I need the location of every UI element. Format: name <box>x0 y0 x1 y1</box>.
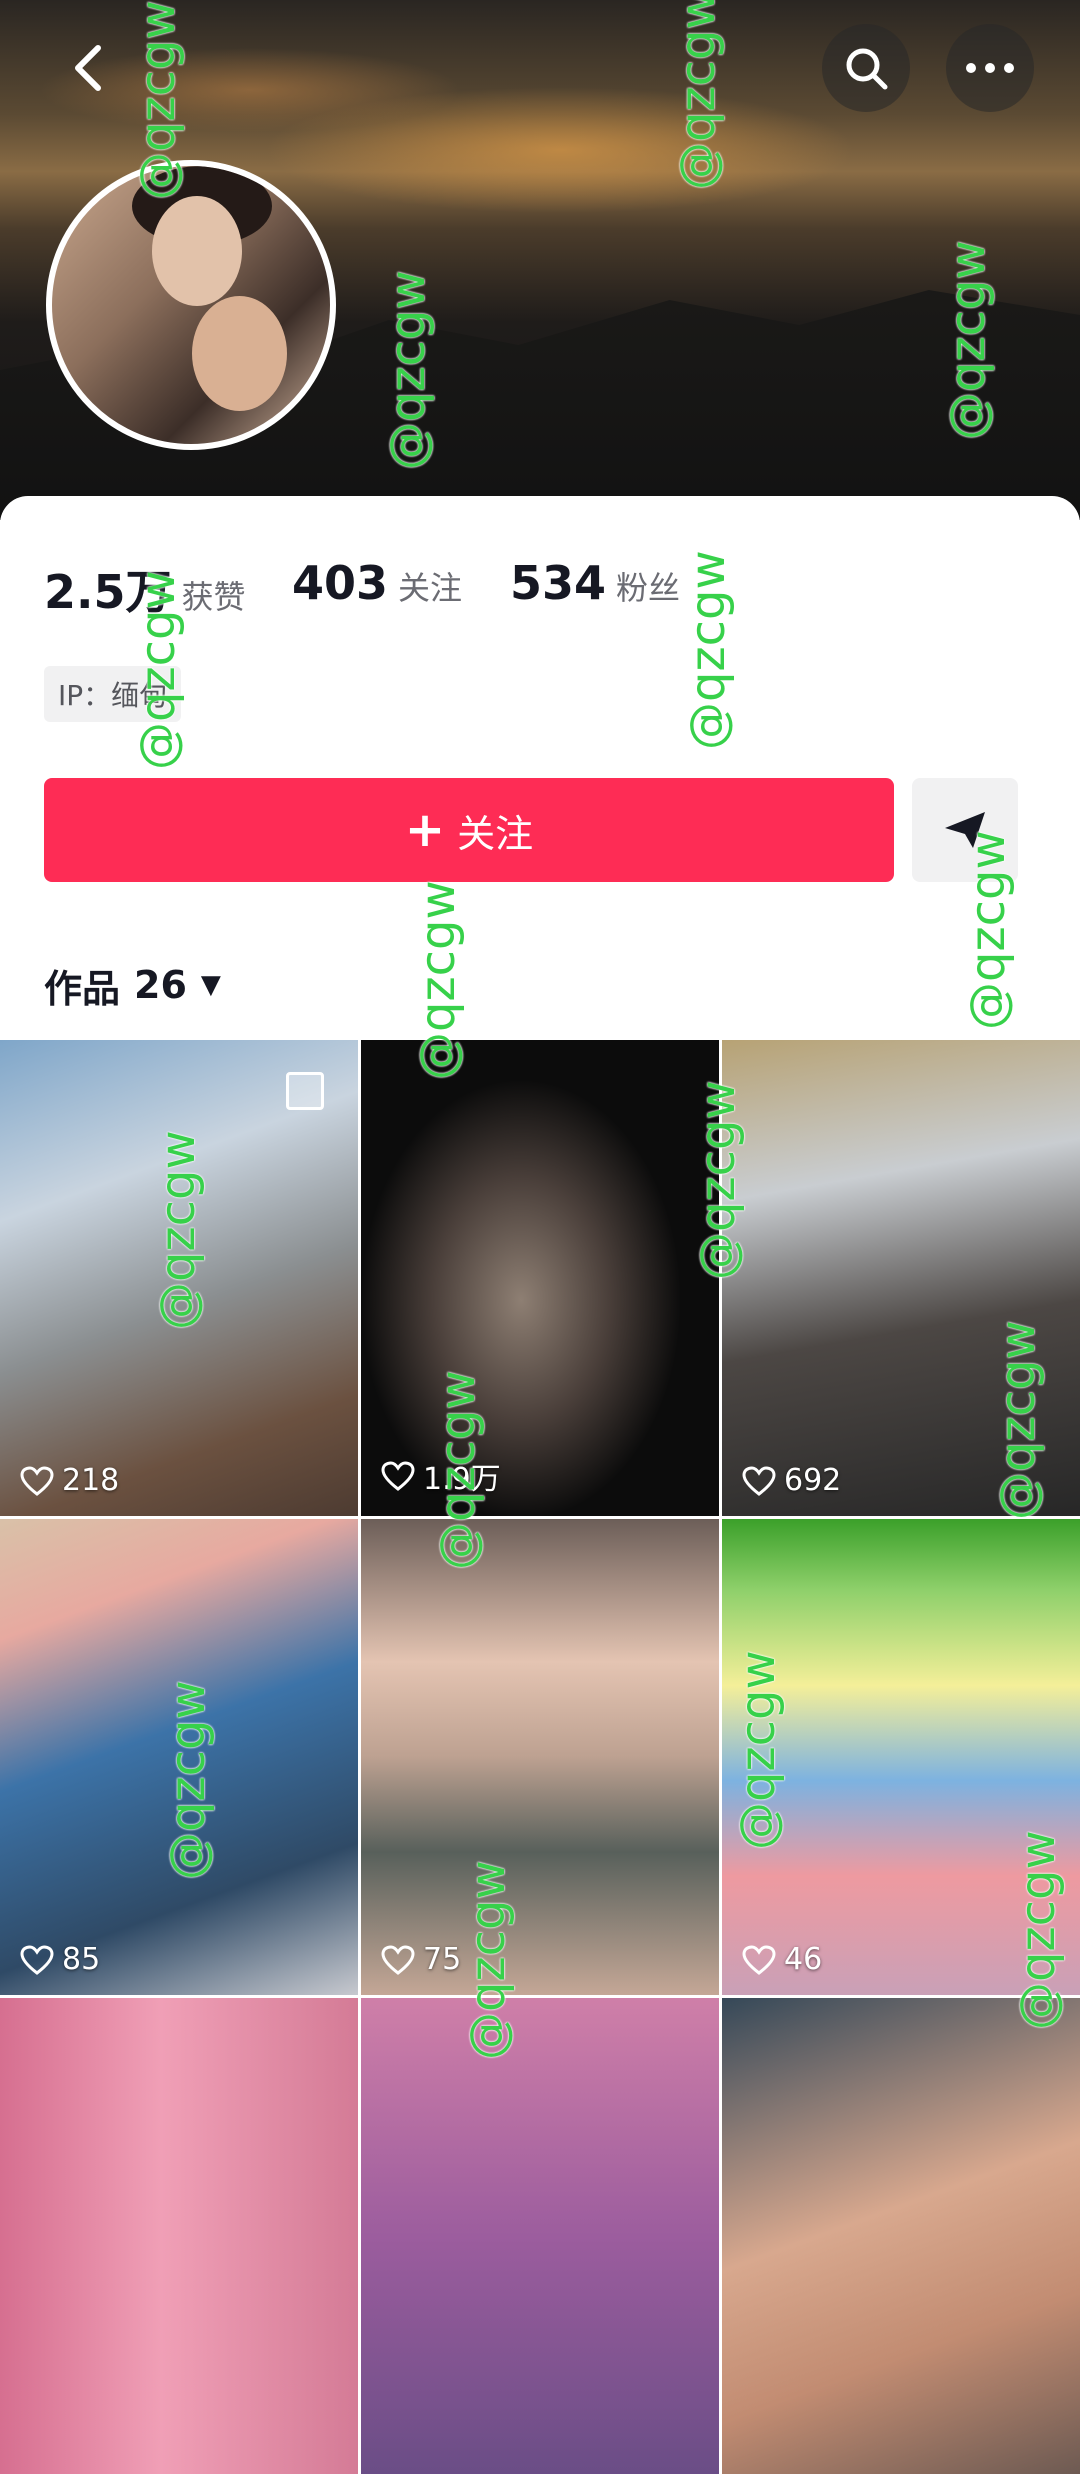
ellipsis-icon <box>966 63 1014 73</box>
stat-label: 关注 <box>398 569 463 607</box>
heart-icon <box>20 1465 54 1496</box>
like-count-text: 692 <box>784 1463 842 1498</box>
heart-icon <box>742 1944 776 1975</box>
stat-following[interactable]: 403 关注 <box>292 556 462 616</box>
video-tile[interactable]: 75 <box>361 1519 719 1995</box>
watermark: @qzcgw <box>960 830 1016 1030</box>
works-count: 26 <box>134 963 187 1007</box>
like-count: 692 <box>742 1463 841 1498</box>
more-button[interactable] <box>946 24 1034 112</box>
follow-button[interactable]: + 关注 <box>44 778 894 882</box>
heart-icon <box>20 1944 54 1975</box>
like-count-text: 218 <box>62 1463 120 1498</box>
works-tab[interactable]: 作品 26 ▼ <box>44 955 221 1015</box>
watermark: @qzcgw <box>380 270 436 470</box>
heart-icon <box>381 1944 415 1975</box>
watermark: @qzcgw <box>160 1680 216 1880</box>
watermark: @qzcgw <box>990 1320 1046 1520</box>
stat-label: 粉丝 <box>616 569 681 607</box>
like-count-text: 75 <box>423 1942 462 1977</box>
stat-value: 403 <box>292 556 389 610</box>
like-count-text: 46 <box>784 1942 823 1977</box>
stat-label: 获赞 <box>181 578 246 616</box>
watermark: @qzcgw <box>130 0 186 200</box>
search-button[interactable] <box>822 24 910 112</box>
video-tile[interactable] <box>722 1998 1080 2474</box>
follow-button-label: 关注 <box>457 811 534 856</box>
watermark: @qzcgw <box>130 570 186 770</box>
video-tile[interactable] <box>0 1998 358 2474</box>
like-count: 75 <box>381 1942 461 1977</box>
heart-icon <box>381 1461 415 1491</box>
avatar[interactable] <box>46 160 336 450</box>
watermark: @qzcgw <box>460 1860 516 2060</box>
watermark: @qzcgw <box>940 240 996 440</box>
watermark: @qzcgw <box>150 1130 206 1330</box>
stat-value: 534 <box>510 556 607 610</box>
like-count: 218 <box>20 1463 119 1498</box>
like-count-text: 85 <box>62 1942 101 1977</box>
checkbox[interactable] <box>286 1072 324 1110</box>
heart-icon <box>742 1465 776 1496</box>
watermark: @qzcgw <box>430 1370 486 1570</box>
chevron-left-icon <box>75 45 101 91</box>
watermark: @qzcgw <box>680 550 736 750</box>
watermark: @qzcgw <box>730 1650 786 1850</box>
plus-icon: + <box>404 802 446 858</box>
watermark: @qzcgw <box>1010 1830 1066 2030</box>
like-count: 46 <box>742 1942 822 1977</box>
watermark: @qzcgw <box>690 1080 746 1280</box>
caret-down-icon: ▼ <box>200 970 221 1000</box>
video-tile[interactable]: 1.9万 <box>361 1040 719 1516</box>
back-button[interactable] <box>44 24 132 112</box>
watermark: @qzcgw <box>410 880 466 1080</box>
watermark: @qzcgw <box>670 0 726 190</box>
search-icon <box>846 48 888 90</box>
like-count: 85 <box>20 1942 100 1977</box>
works-tab-label: 作品 <box>44 966 121 1011</box>
video-tile[interactable] <box>361 1998 719 2474</box>
stat-followers[interactable]: 534 粉丝 <box>510 556 680 616</box>
